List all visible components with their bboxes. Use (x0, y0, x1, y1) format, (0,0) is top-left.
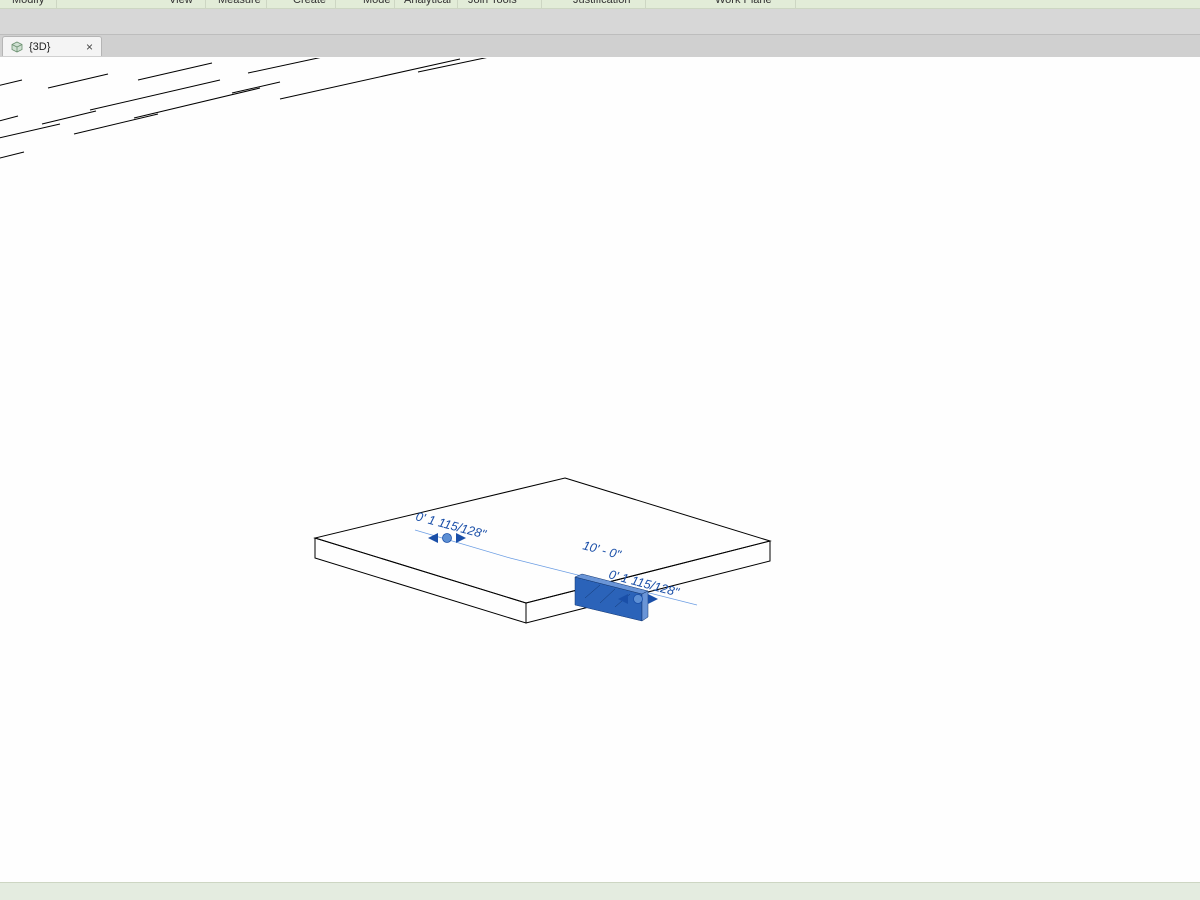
ribbon-separator (645, 0, 646, 8)
ribbon-separator (56, 0, 57, 8)
floor-slab[interactable] (315, 478, 770, 623)
ribbon-separator (266, 0, 267, 8)
status-bar (0, 882, 1200, 900)
ribbon-group-label: Measure (218, 0, 261, 6)
ribbon-separator (541, 0, 542, 8)
temporary-dimensions: 0' 1 115/128" 10' - 0" 0' 1 115/128" (414, 509, 697, 605)
cube-3d-icon (11, 41, 23, 53)
view-tab-bar: {3D} × (0, 35, 1200, 57)
reference-lines (0, 58, 570, 163)
close-icon[interactable]: × (86, 40, 93, 54)
ribbon-separator (335, 0, 336, 8)
ribbon-group-label: Mode (363, 0, 391, 6)
ribbon-group-label: Analytical (404, 0, 451, 6)
view-tab-3d[interactable]: {3D} × (2, 36, 102, 56)
ribbon-group-label: Work Plane (715, 0, 772, 6)
ribbon-group-label: View (169, 0, 193, 6)
ribbon-separator (795, 0, 796, 8)
ribbon-separator (205, 0, 206, 8)
quickaccess-strip (0, 9, 1200, 35)
ribbon-group-label: Modify (12, 0, 44, 6)
ribbon-separator (457, 0, 458, 8)
drawing-canvas[interactable]: 0' 1 115/128" 10' - 0" 0' 1 115/128" (0, 58, 1200, 900)
ribbon-group-label: Justification (573, 0, 630, 6)
dim-span: 10' - 0" (581, 538, 623, 562)
ribbon-group-label: Join Tools (468, 0, 517, 6)
ribbon-panel-labels: Modify View Measure Create Mode Analytical Joi… (0, 0, 1200, 9)
ribbon-separator (394, 0, 395, 8)
view-tab-label: {3D} (29, 41, 80, 53)
ribbon-group-label: Create (293, 0, 326, 6)
